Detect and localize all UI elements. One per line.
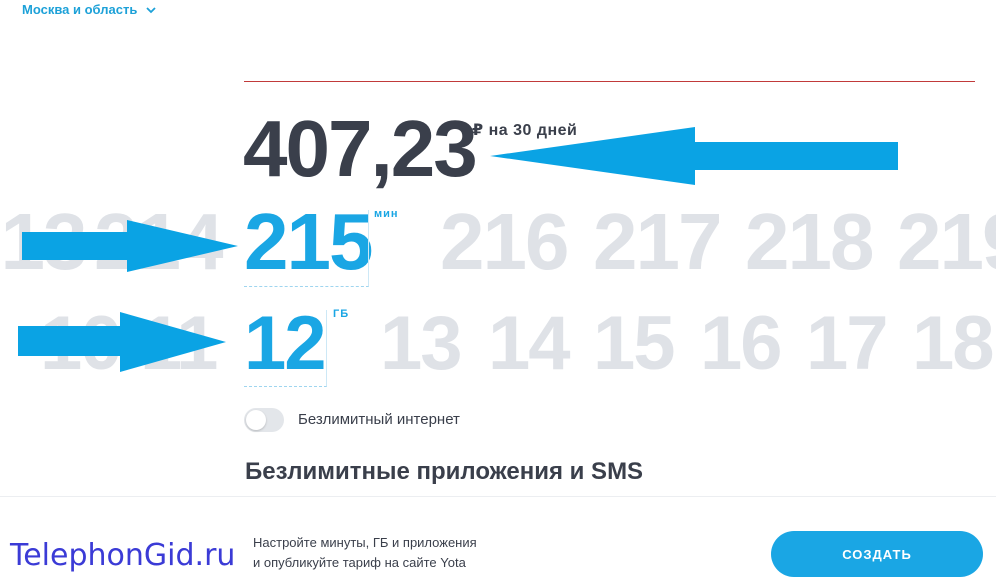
gigabytes-option[interactable]: 16 (700, 306, 783, 382)
minutes-option[interactable]: 219 (897, 202, 996, 282)
minutes-option[interactable]: 218 (745, 202, 874, 282)
apps-section-title: Безлимитные приложения и SMS (245, 458, 644, 485)
chevron-down-icon (146, 6, 156, 13)
unlimited-internet-label: Безлимитный интернет (298, 411, 460, 428)
gigabytes-option[interactable]: 18 (912, 306, 995, 382)
gigabytes-unit-label: ГБ (333, 308, 350, 320)
minutes-selection-frame (244, 210, 369, 287)
arrow-right-icon (22, 220, 238, 272)
gigabytes-option[interactable]: 15 (593, 306, 676, 382)
arrow-right-icon (18, 312, 226, 372)
create-button[interactable]: СОЗДАТЬ (771, 531, 983, 577)
footer-text: Настройте минуты, ГБ и приложения и опуб… (253, 533, 553, 573)
gigabytes-option[interactable]: 13 (380, 306, 463, 382)
gigabytes-option[interactable]: 17 (806, 306, 889, 382)
unlimited-internet-toggle[interactable] (244, 408, 284, 432)
watermark: TelephonGid.ru (10, 538, 236, 573)
minutes-unit-label: мин (374, 208, 399, 220)
region-label: Москва и область (22, 2, 138, 17)
divider-line (244, 81, 975, 82)
gigabytes-option[interactable]: 14 (488, 306, 571, 382)
arrow-left-icon (490, 127, 898, 185)
footer-text-line: Настройте минуты, ГБ и приложения (253, 535, 477, 550)
toggle-knob (246, 410, 266, 430)
gigabytes-selection-frame (244, 310, 327, 387)
footer-text-line: и опубликуйте тариф на сайте Yota (253, 555, 466, 570)
minutes-option[interactable]: 216 (440, 202, 569, 282)
price-value: 407,23 (243, 104, 478, 193)
region-selector[interactable]: Москва и область (22, 2, 157, 17)
minutes-option[interactable]: 217 (593, 202, 722, 282)
